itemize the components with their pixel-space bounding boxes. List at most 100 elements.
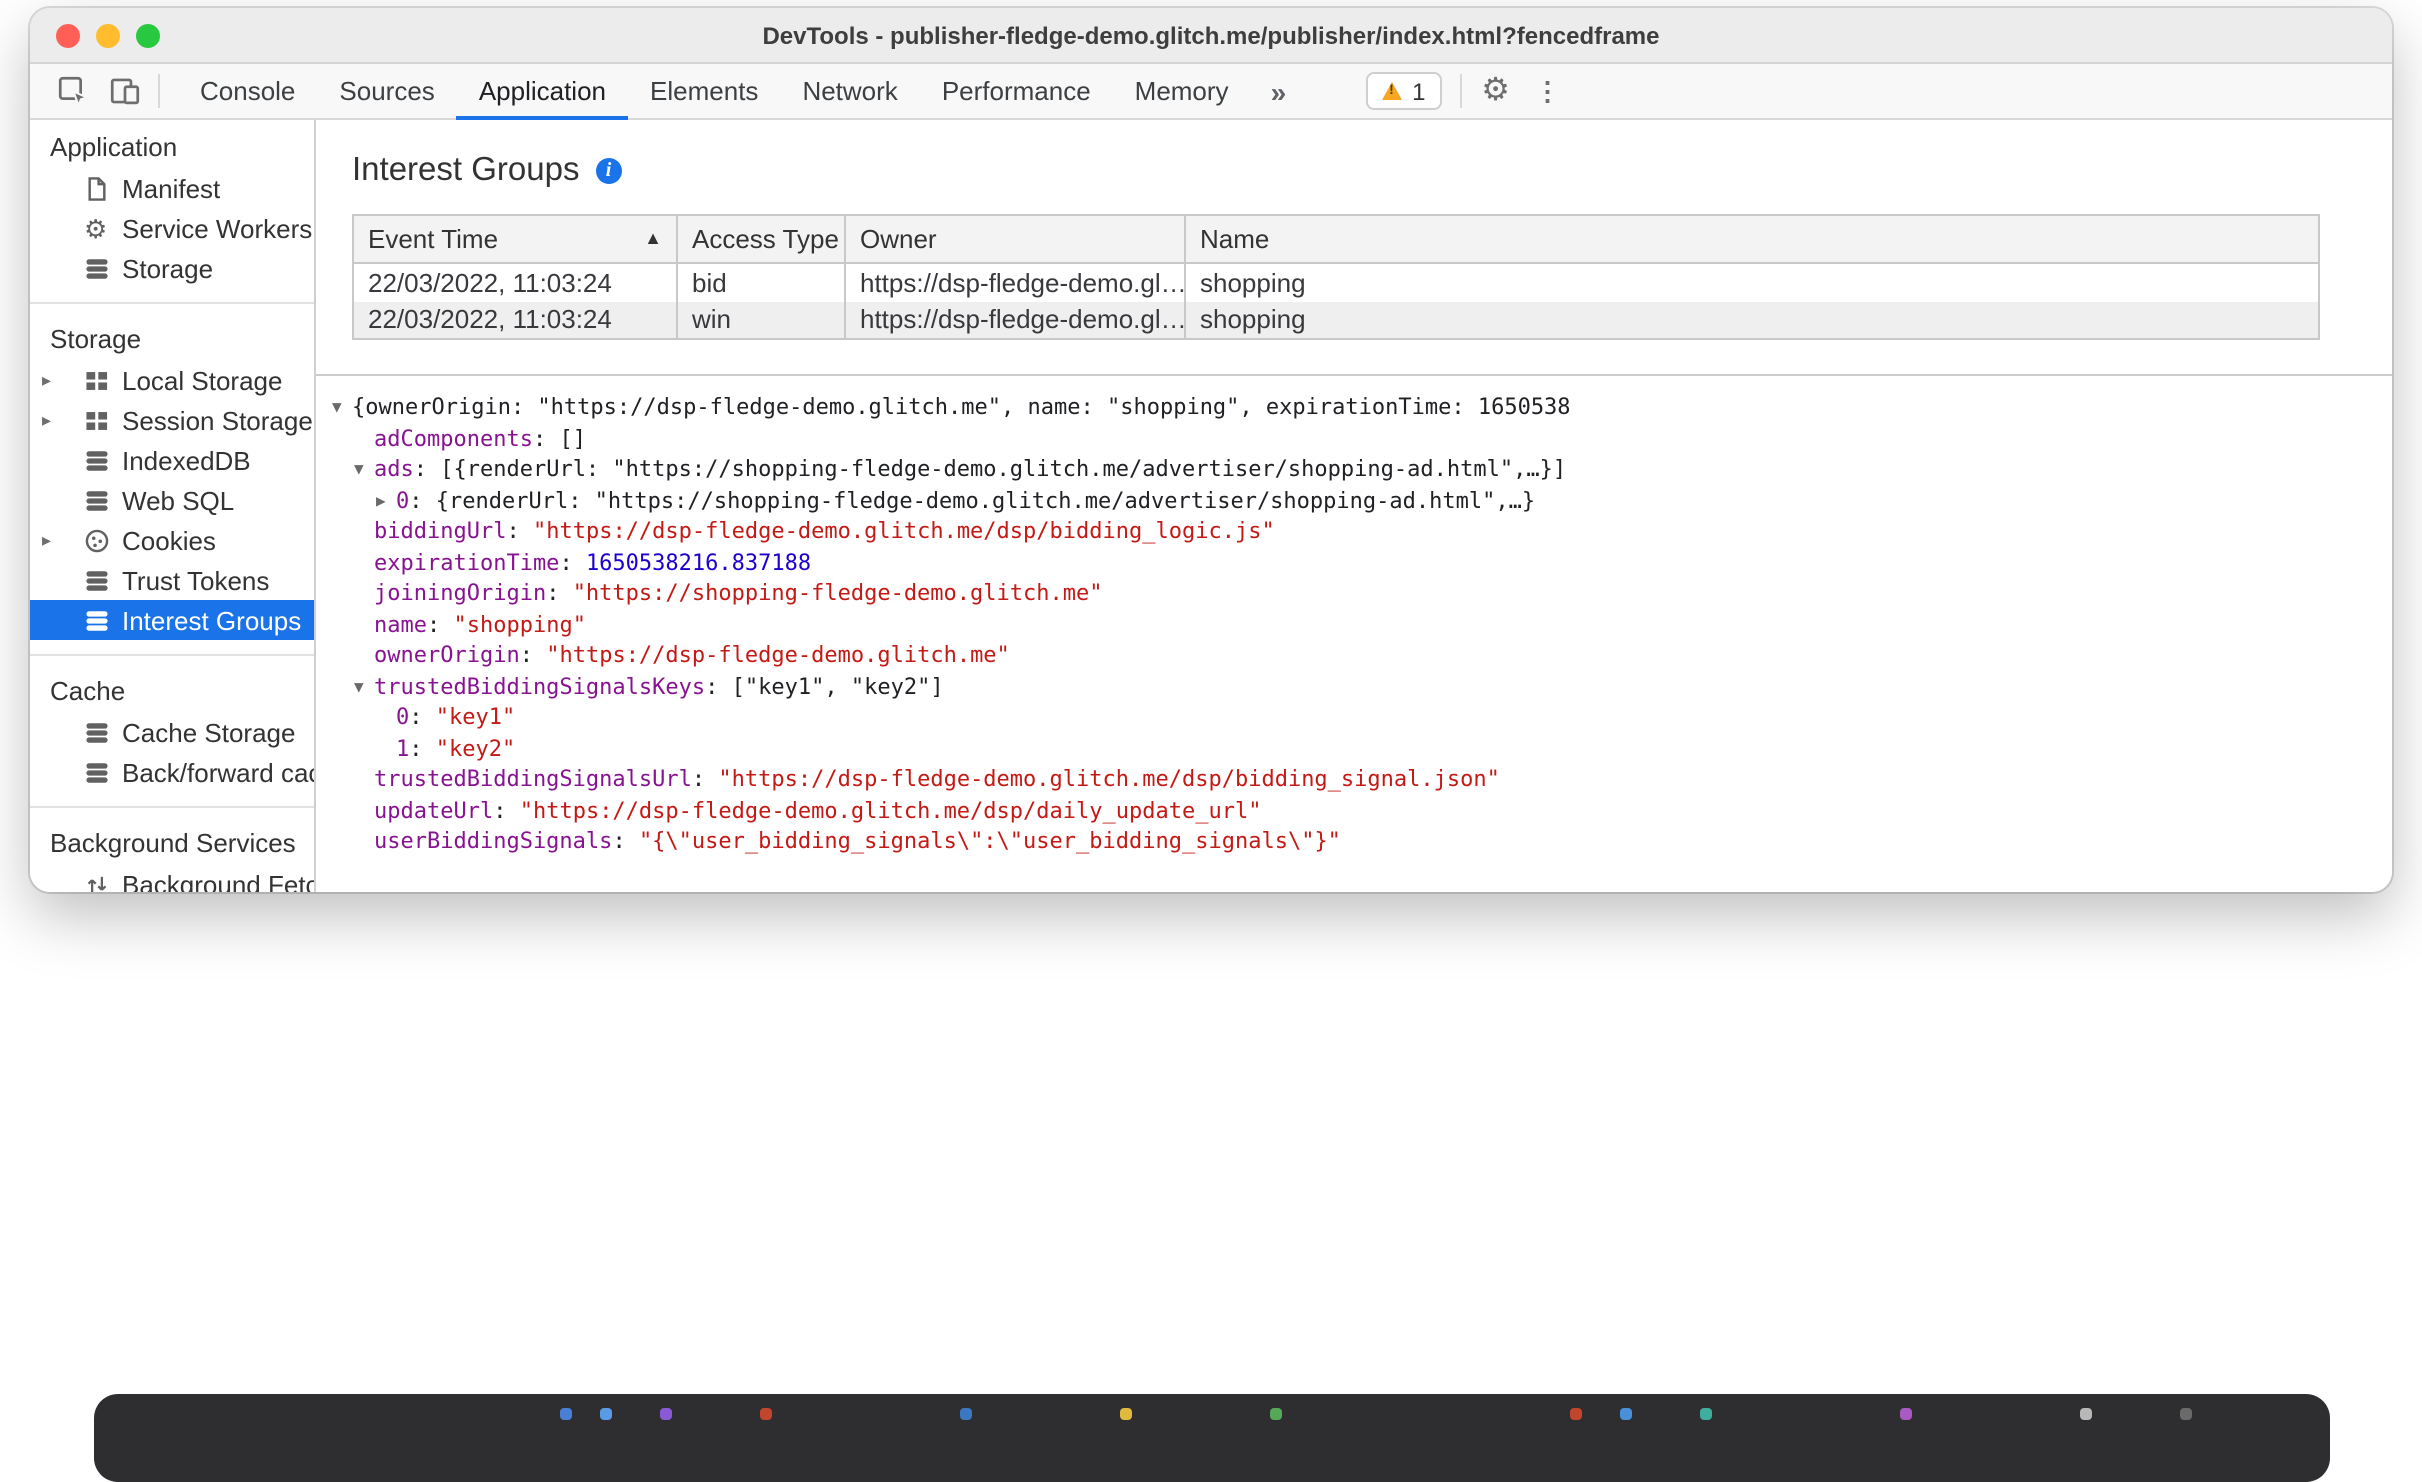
column-header-access-type[interactable]: Access Type (676, 214, 846, 264)
gear-icon: ⚙ (84, 213, 108, 243)
table-cell: 22/03/2022, 11:03:24 (352, 301, 678, 339)
tree-line: 1: "key2" (316, 733, 2392, 764)
json-plain: : (506, 518, 533, 544)
tree-line: adComponents: [] (316, 423, 2392, 454)
sidebar-separator (30, 792, 314, 820)
interest-group-details-tree: ▼ {ownerOrigin: "https://dsp-fledge-demo.… (316, 376, 2392, 857)
dock-app-icon[interactable] (560, 1408, 572, 1420)
sidebar-item-local-storage[interactable]: ▸ Local Storage (30, 360, 314, 400)
tab-sources[interactable]: Sources (317, 64, 456, 118)
minimize-button[interactable] (96, 23, 120, 47)
collapse-icon[interactable]: ▼ (332, 392, 352, 423)
dock-app-icon[interactable] (1700, 1408, 1712, 1420)
document-icon (84, 175, 114, 201)
toolbar-separator (158, 74, 160, 108)
dock-app-icon[interactable] (660, 1408, 672, 1420)
sidebar-item-storage[interactable]: Storage (30, 248, 314, 288)
issues-badge[interactable]: 1 (1366, 72, 1442, 110)
traffic-lights (56, 8, 160, 62)
json-str: "shopping" (453, 611, 586, 637)
macos-dock[interactable] (94, 1394, 2330, 1482)
gear-icon: ⚙ (1481, 73, 1510, 107)
dock-app-icon[interactable] (1120, 1408, 1132, 1420)
dock-app-icon[interactable] (2080, 1408, 2092, 1420)
column-header-name[interactable]: Name (1184, 214, 2320, 264)
table-row[interactable]: 22/03/2022, 11:03:24 win https://dsp-fledg… (352, 301, 2320, 339)
zoom-button[interactable] (136, 23, 160, 47)
sidebar-separator (30, 288, 314, 316)
expand-icon[interactable]: ▸ (42, 369, 66, 391)
tab-console[interactable]: Console (178, 64, 317, 118)
json-key: ownerOrigin (374, 642, 520, 668)
sidebar-item-session-storage[interactable]: ▸ Session Storage (30, 400, 314, 440)
collapse-icon[interactable]: ▼ (354, 671, 374, 702)
info-icon[interactable]: i (595, 158, 622, 184)
screen: DevTools - publisher-fledge-demo.glitch.… (0, 0, 2422, 1482)
sidebar-item-trust-tokens[interactable]: Trust Tokens (30, 560, 314, 600)
json-key: ads (374, 456, 414, 482)
titlebar[interactable]: DevTools - publisher-fledge-demo.glitch.… (30, 8, 2392, 64)
sidebar-item-interest-groups[interactable]: Interest Groups (30, 600, 314, 640)
column-header-event-time[interactable]: Event Time ▲ (352, 214, 678, 264)
table-row[interactable]: 22/03/2022, 11:03:24 bid https://dsp-fledg… (352, 263, 2320, 301)
close-button[interactable] (56, 23, 80, 47)
column-header-owner[interactable]: Owner (844, 214, 1186, 264)
tab-elements[interactable]: Elements (628, 64, 780, 118)
sidebar-item-cache-storage[interactable]: Cache Storage (30, 712, 314, 752)
table-cell: https://dsp-fledge-demo.gl… (844, 263, 1186, 301)
json-str: "key2" (435, 735, 516, 761)
tree-line[interactable]: ▶ 0: {renderUrl: "https://shopping-fledge… (316, 485, 2392, 516)
sidebar-section-background-services[interactable]: Background Services (30, 820, 314, 864)
dock-app-icon[interactable] (2180, 1408, 2192, 1420)
tab-memory[interactable]: Memory (1113, 64, 1251, 118)
tab-application[interactable]: Application (456, 64, 628, 120)
tree-line[interactable]: ▼ ads: [{renderUrl: "https://shopping-fle… (316, 454, 2392, 485)
table-cell: https://dsp-fledge-demo.gl… (844, 301, 1186, 339)
dock-app-icon[interactable] (760, 1408, 772, 1420)
tab-network[interactable]: Network (780, 64, 919, 118)
sidebar-item-indexeddb[interactable]: IndexedDB (30, 440, 314, 480)
dock-app-icon[interactable] (960, 1408, 972, 1420)
sidebar-item-web-sql[interactable]: Web SQL (30, 480, 314, 520)
json-key: updateUrl (374, 797, 494, 823)
toolbar-separator (1459, 74, 1462, 108)
window-title: DevTools - publisher-fledge-demo.glitch.… (762, 21, 1660, 49)
dock-app-icon[interactable] (600, 1408, 612, 1420)
expand-icon[interactable]: ▸ (42, 409, 66, 431)
sidebar-item-manifest[interactable]: Manifest (30, 168, 314, 208)
tree-line[interactable]: ▼ trustedBiddingSignalsKeys: ["key1", "ke… (316, 671, 2392, 702)
json-key: trustedBiddingSignalsKeys (374, 673, 706, 699)
sidebar-item-cookies[interactable]: ▸ Cookies (30, 520, 314, 560)
menu-button[interactable]: ⋮ (1522, 64, 1574, 118)
dock-app-icon[interactable] (1900, 1408, 1912, 1420)
sidebar-item-back-forward-cache[interactable]: Back/forward cache (30, 752, 314, 792)
sidebar-item-label: Cache Storage (122, 717, 296, 747)
dock-app-icon[interactable] (1270, 1408, 1282, 1420)
tree-line[interactable]: ▼ {ownerOrigin: "https://dsp-fledge-demo.… (316, 392, 2392, 423)
sidebar-item-label: Manifest (122, 173, 221, 203)
sidebar-section-application[interactable]: Application (30, 124, 314, 168)
expand-icon[interactable]: ▶ (376, 485, 396, 516)
inspect-element-button[interactable] (46, 64, 98, 118)
settings-button[interactable]: ⚙ (1470, 64, 1522, 118)
cookie-icon (84, 527, 114, 553)
sidebar-section-storage[interactable]: Storage (30, 316, 314, 360)
interest-groups-table: Event Time ▲ Access Type Owner Name 22/03/20… (352, 214, 2320, 340)
tree-line: joiningOrigin: "https://shopping-fledge-… (316, 578, 2392, 609)
json-str: "key1" (435, 704, 516, 730)
sidebar-item-background-fetch[interactable]: Background Fetch (30, 864, 314, 892)
grid-icon (84, 367, 114, 393)
json-plain: : (691, 766, 719, 792)
json-plain: : (559, 549, 586, 575)
sidebar-item-label: Local Storage (122, 365, 283, 395)
expand-icon[interactable]: ▸ (42, 529, 66, 551)
table-cell: shopping (1184, 301, 2320, 339)
tab-performance[interactable]: Performance (920, 64, 1113, 118)
sidebar-section-cache[interactable]: Cache (30, 668, 314, 712)
more-tabs-button[interactable]: » (1251, 64, 1307, 118)
device-toolbar-button[interactable] (98, 64, 150, 118)
dock-app-icon[interactable] (1620, 1408, 1632, 1420)
collapse-icon[interactable]: ▼ (354, 454, 374, 485)
dock-app-icon[interactable] (1570, 1408, 1582, 1420)
sidebar-item-service-workers[interactable]: ⚙ Service Workers (30, 208, 314, 248)
